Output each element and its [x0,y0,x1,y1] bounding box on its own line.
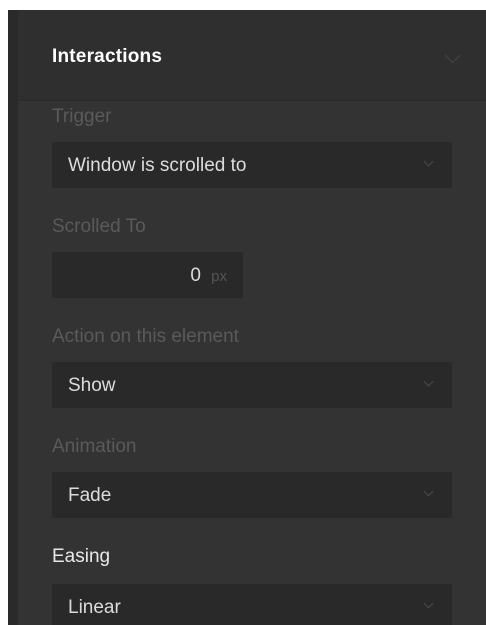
scrolled-to-input[interactable]: 0 px [52,252,243,298]
easing-value: Linear [68,597,121,618]
chevron-down-icon [423,598,434,609]
trigger-label: Trigger [52,106,112,127]
chevron-down-icon [423,486,434,497]
interactions-title: Interactions [52,46,163,67]
scrolled-to-value: 0 [190,265,201,286]
action-label: Action on this element [52,326,239,347]
animation-value: Fade [68,485,112,506]
animation-select[interactable]: Fade [52,472,452,518]
easing-label: Easing [52,546,111,567]
chevron-down-icon [423,376,434,387]
animation-label: Animation [52,436,137,457]
action-select[interactable]: Show [52,362,452,408]
interactions-header[interactable]: Interactions [18,10,486,101]
action-value: Show [68,375,116,396]
chevron-down-icon [423,156,434,167]
scrolled-to-unit: px [211,268,227,285]
easing-select[interactable]: Linear [52,584,452,625]
interactions-panel: Interactions Trigger Window is scrolled … [8,10,486,625]
collapse-chevron-down-icon[interactable] [444,47,461,64]
panel-left-border [8,10,18,625]
trigger-select[interactable]: Window is scrolled to [52,142,452,188]
trigger-value: Window is scrolled to [68,155,247,176]
scrolled-to-label: Scrolled To [52,216,146,237]
